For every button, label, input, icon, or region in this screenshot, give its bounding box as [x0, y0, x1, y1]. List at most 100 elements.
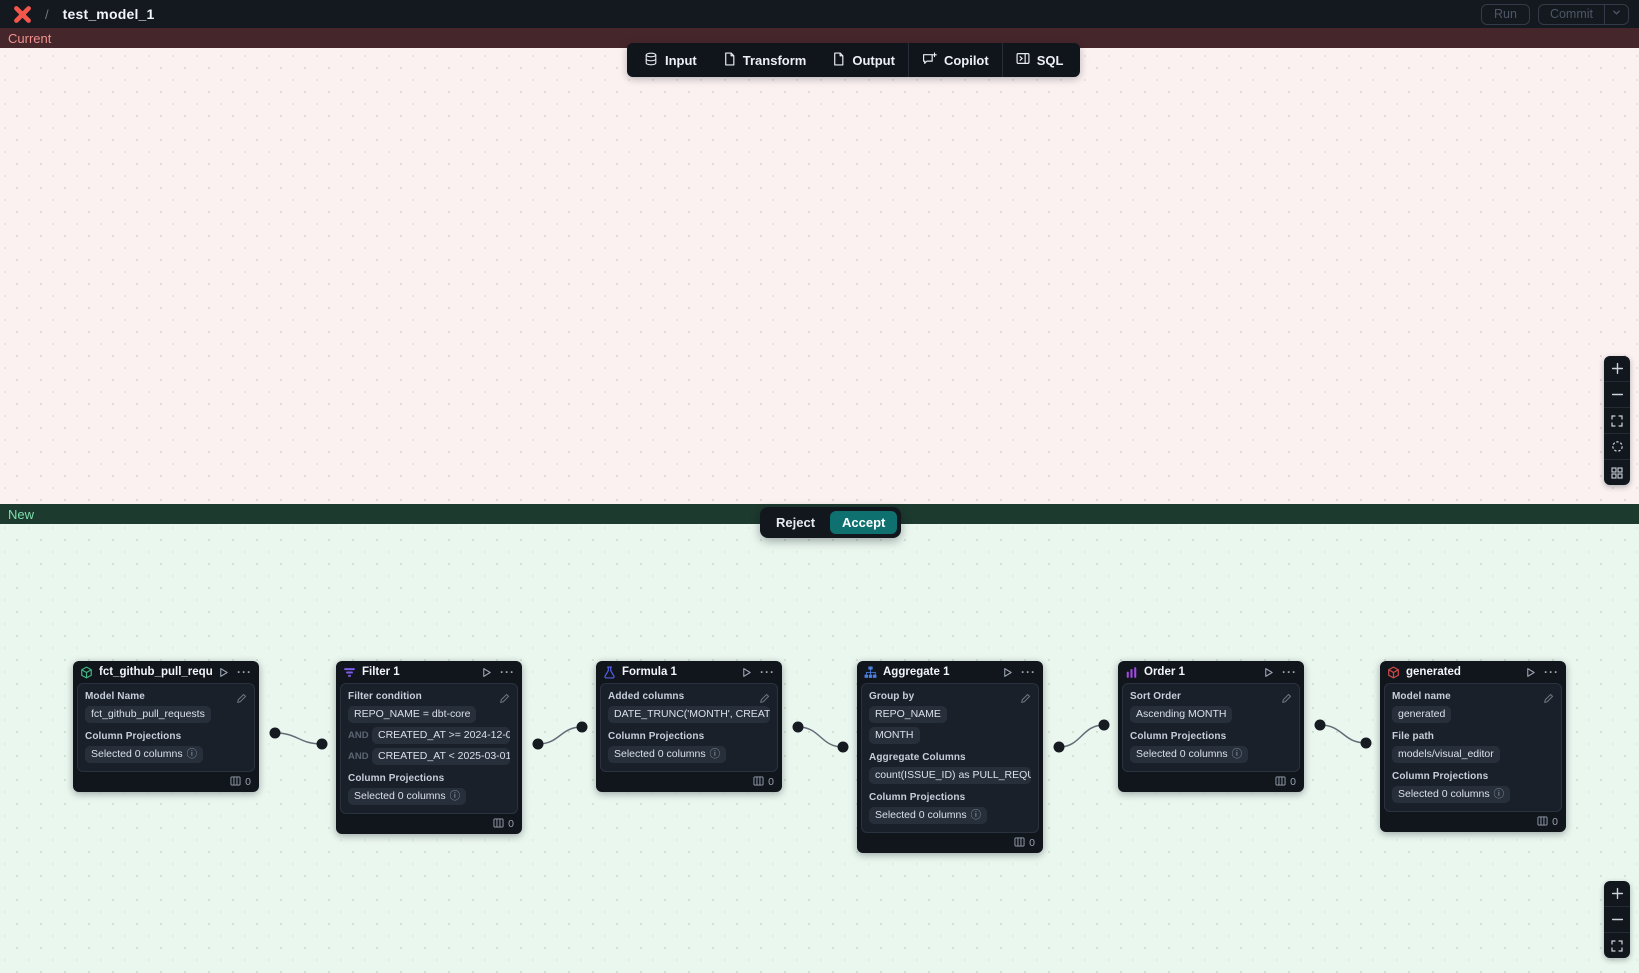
node-menu-icon[interactable]: ··· [760, 666, 775, 678]
run-node-icon[interactable] [481, 667, 492, 678]
commit-dropdown-button[interactable] [1604, 5, 1628, 24]
value-pill[interactable]: Selected 0 columnsⓘ [85, 746, 203, 763]
node-footer: 0 [1118, 772, 1304, 792]
zoom-out-button[interactable] [1604, 907, 1630, 933]
fit-view-button[interactable] [1604, 408, 1630, 434]
toolbar-copilot-button[interactable]: Copilot [909, 43, 1002, 77]
node-title: fct_github_pull_requests [99, 666, 212, 678]
node-fct_github_pull_requests[interactable]: fct_github_pull_requests ··· Model Namef… [73, 661, 259, 792]
value-pill[interactable]: models/visual_editor [1392, 746, 1500, 763]
value-pill[interactable]: CREATED_AT < 2025-03-01 [372, 748, 510, 765]
value-pill[interactable]: MONTH [869, 727, 920, 744]
node-field-row: generated [1392, 706, 1554, 723]
run-button[interactable]: Run [1481, 4, 1530, 25]
node-section: Column ProjectionsSelected 0 columnsⓘ [869, 792, 1031, 824]
commit-button[interactable]: Commit [1539, 5, 1604, 24]
toolbar-sql-button[interactable]: SQL [1003, 43, 1077, 77]
node-field-row: Ascending MONTH [1130, 706, 1292, 723]
edit-icon[interactable] [499, 691, 510, 709]
edit-icon[interactable] [759, 691, 770, 709]
section-label: Sort Order [1130, 691, 1292, 702]
run-node-icon[interactable] [741, 667, 752, 678]
node-header[interactable]: Formula 1 ··· [596, 661, 782, 683]
row-count: 0 [508, 818, 514, 830]
value-pill[interactable]: Selected 0 columns ⓘ [1130, 746, 1248, 763]
value-pill[interactable]: REPO_NAME = dbt-core [348, 706, 476, 723]
run-node-icon[interactable] [1525, 667, 1536, 678]
info-icon[interactable]: ⓘ [1232, 749, 1243, 760]
toolbar-output-button[interactable]: Output [819, 43, 908, 77]
node-section: Group byREPO_NAMEMONTH [869, 691, 1031, 744]
reject-button[interactable]: Reject [764, 511, 827, 534]
canvas-current[interactable] [0, 48, 1639, 504]
node-menu-icon[interactable]: ··· [237, 666, 252, 678]
node-field-row: Selected 0 columns ⓘ [1130, 746, 1292, 763]
value-pill[interactable]: generated [1392, 706, 1451, 723]
condition-operator: AND [348, 751, 368, 762]
locate-button[interactable] [1604, 434, 1630, 460]
value-pill[interactable]: fct_github_pull_requests [85, 706, 211, 723]
node-generated[interactable]: generated ··· Model namegeneratedFile pa… [1380, 661, 1566, 832]
pill-text: generated [1398, 708, 1445, 721]
node-card: Model namegeneratedFile pathmodels/visua… [1384, 683, 1562, 812]
pill-text: REPO_NAME [875, 708, 941, 721]
zoom-in-button[interactable] [1604, 356, 1630, 382]
value-pill[interactable]: Selected 0 columnsⓘ [869, 807, 987, 824]
zoom-in-button[interactable] [1604, 881, 1630, 907]
toolbar-transform-button[interactable]: Transform [710, 43, 820, 77]
section-label: File path [1392, 731, 1554, 742]
minimap-button[interactable] [1604, 460, 1630, 485]
node-header[interactable]: Order 1 ··· [1118, 661, 1304, 683]
node-menu-icon[interactable]: ··· [1282, 666, 1297, 678]
toolbar-input-button[interactable]: Input [631, 43, 710, 77]
value-pill[interactable]: DATE_TRUNC('MONTH', CREATED_AT… [608, 706, 770, 723]
node-header[interactable]: fct_github_pull_requests ··· [73, 661, 259, 683]
value-pill[interactable]: Ascending MONTH [1130, 706, 1232, 723]
node-field-row: DATE_TRUNC('MONTH', CREATED_AT… [608, 706, 770, 723]
node-header[interactable]: generated ··· [1380, 661, 1566, 683]
info-icon[interactable]: ⓘ [187, 749, 198, 760]
edit-icon[interactable] [1281, 691, 1292, 709]
pill-text: Selected 0 columns [1398, 788, 1490, 801]
node-aggregate-1[interactable]: Aggregate 1 ··· Group byREPO_NAMEMONTHAg… [857, 661, 1043, 853]
value-pill[interactable]: Selected 0 columnsⓘ [348, 788, 466, 805]
columns-icon [1275, 776, 1286, 789]
node-filter-1[interactable]: Filter 1 ··· Filter conditionREPO_NAME =… [336, 661, 522, 834]
columns-icon [1014, 837, 1025, 850]
node-menu-icon[interactable]: ··· [500, 666, 515, 678]
run-node-icon[interactable] [1002, 667, 1013, 678]
info-icon[interactable]: ⓘ [710, 749, 721, 760]
edit-icon[interactable] [1020, 691, 1031, 709]
value-pill[interactable]: count(ISSUE_ID) as PULL_REQUEST_… [869, 767, 1031, 784]
accept-button[interactable]: Accept [830, 511, 897, 534]
zoom-out-button[interactable] [1604, 382, 1630, 408]
node-header[interactable]: Aggregate 1 ··· [857, 661, 1043, 683]
edit-icon[interactable] [236, 691, 247, 709]
node-title: Formula 1 [622, 666, 735, 678]
node-menu-icon[interactable]: ··· [1021, 666, 1036, 678]
node-formula-1[interactable]: Formula 1 ··· Added columns DATE_TRUNC('M… [596, 661, 782, 792]
node-title: generated [1406, 666, 1519, 678]
node-order-1[interactable]: Order 1 ··· Sort Order Ascending MONTH Col… [1118, 661, 1304, 792]
run-node-icon[interactable] [218, 667, 229, 678]
node-menu-icon[interactable]: ··· [1544, 666, 1559, 678]
node-section: File path models/visual_editor [1392, 731, 1554, 763]
section-label: Column Projections [85, 731, 247, 742]
info-icon[interactable]: ⓘ [971, 810, 982, 821]
section-label: Column Projections [1130, 731, 1292, 742]
run-node-icon[interactable] [1263, 667, 1274, 678]
section-label: Added columns [608, 691, 770, 702]
pill-text: Selected 0 columns [1136, 748, 1228, 761]
value-pill[interactable]: Selected 0 columnsⓘ [608, 746, 726, 763]
fit-view-button[interactable] [1604, 933, 1630, 958]
pill-text: MONTH [875, 729, 914, 742]
info-icon[interactable]: ⓘ [1494, 789, 1505, 800]
info-icon[interactable]: ⓘ [450, 791, 461, 802]
value-pill[interactable]: REPO_NAME [869, 706, 947, 723]
value-pill[interactable]: Selected 0 columns ⓘ [1392, 786, 1510, 803]
value-pill[interactable]: CREATED_AT >= 2024-12-01 [372, 727, 510, 744]
chevron-down-icon [1611, 5, 1622, 23]
edit-icon[interactable] [1543, 691, 1554, 709]
node-header[interactable]: Filter 1 ··· [336, 661, 522, 683]
app-logo-icon[interactable] [13, 5, 32, 24]
